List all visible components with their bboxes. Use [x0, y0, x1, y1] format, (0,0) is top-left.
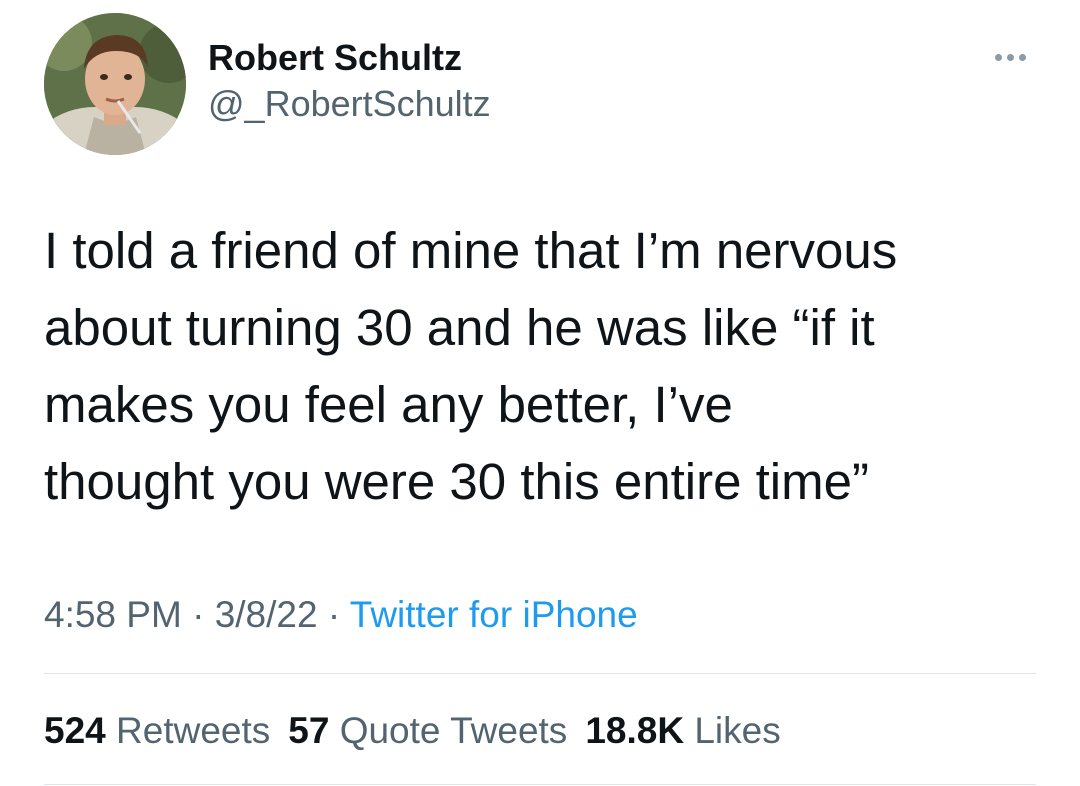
more-options-button[interactable] [985, 42, 1035, 72]
likes-label: Likes [694, 710, 781, 751]
likes-stat[interactable]: 18.8K Likes [585, 708, 780, 754]
tweet-stats: 524 Retweets 57 Quote Tweets 18.8K Likes [44, 708, 799, 754]
retweets-stat[interactable]: 524 Retweets [44, 708, 270, 754]
display-name[interactable]: Robert Schultz [208, 36, 491, 80]
divider [44, 784, 1036, 785]
quote-tweets-stat[interactable]: 57 Quote Tweets [288, 708, 567, 754]
meta-separator: · [317, 594, 350, 635]
tweet-source-link[interactable]: Twitter for iPhone [350, 594, 638, 635]
tweet-time[interactable]: 4:58 PM [44, 594, 182, 635]
handle[interactable]: @_RobertSchultz [208, 82, 491, 126]
author-block: Robert Schultz @_RobertSchultz [208, 36, 491, 126]
likes-count: 18.8K [585, 710, 685, 751]
quote-tweets-label: Quote Tweets [339, 710, 568, 751]
tweet-date[interactable]: 3/8/22 [215, 594, 318, 635]
avatar-image [44, 13, 186, 155]
divider [44, 673, 1036, 674]
quote-tweets-count: 57 [288, 710, 330, 751]
tweet-card: Robert Schultz @_RobertSchultz I told a … [0, 0, 1080, 786]
tweet-meta: 4:58 PM · 3/8/22 · Twitter for iPhone [44, 592, 638, 638]
retweets-label: Retweets [116, 710, 271, 751]
avatar[interactable] [44, 13, 186, 155]
retweets-count: 524 [44, 710, 106, 751]
more-horizontal-icon [994, 53, 1026, 61]
tweet-text: I told a friend of mine that I’m nervous… [44, 222, 898, 510]
meta-separator: · [181, 594, 215, 635]
